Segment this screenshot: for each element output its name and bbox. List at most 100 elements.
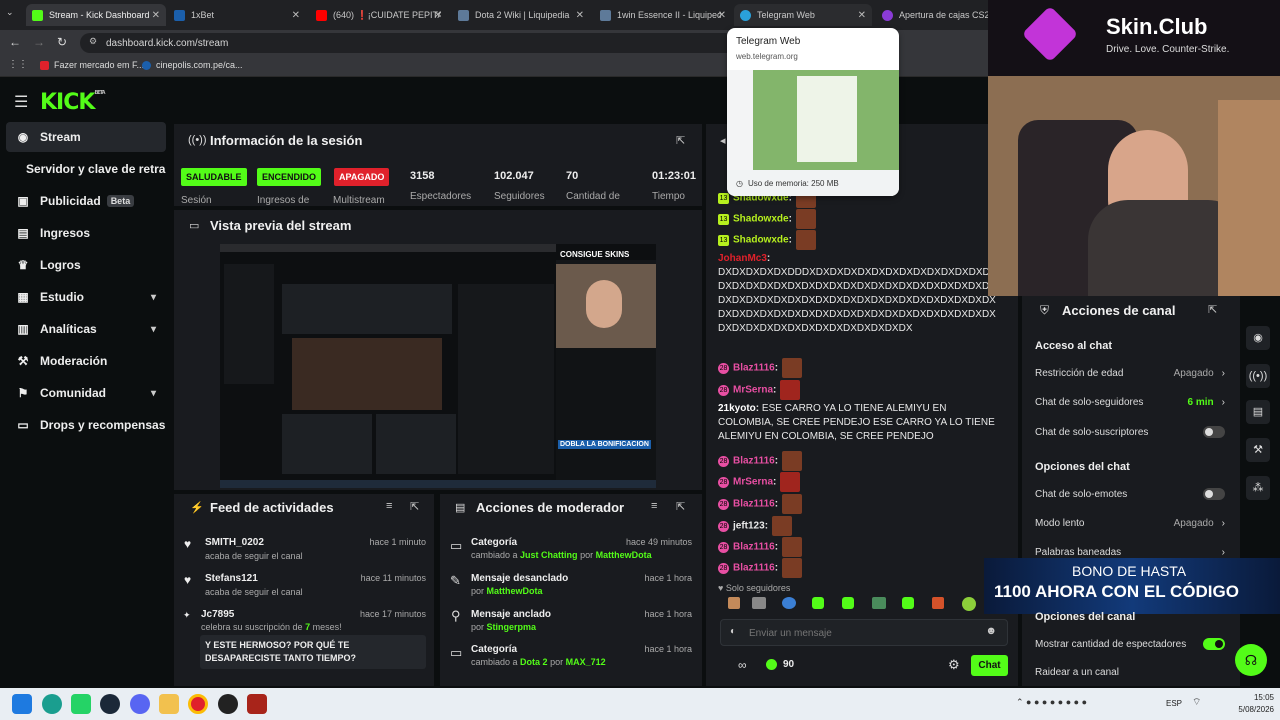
taskbar-time[interactable]: 15:05	[1222, 693, 1274, 702]
taskbar-date[interactable]: 5/08/2026	[1222, 705, 1274, 714]
sidebar-item-revenue[interactable]: ▤ Ingresos	[6, 218, 166, 248]
popout-icon[interactable]: ⇱	[676, 134, 685, 147]
drive-icon[interactable]: ▤	[1246, 400, 1270, 424]
steam-icon[interactable]	[100, 694, 120, 714]
points-display[interactable]: 90	[766, 659, 794, 670]
banned-words-row[interactable]: Palabras baneadas ›	[1035, 547, 1225, 558]
close-tab-icon[interactable]: ✕	[152, 10, 160, 21]
chat-bubble-icon[interactable]: ◉	[1246, 326, 1270, 350]
popout-icon[interactable]: ⇱	[676, 500, 685, 513]
feed-username[interactable]: SMITH_0202	[205, 537, 264, 548]
popout-icon[interactable]: ⇱	[1208, 303, 1217, 316]
bookmark-item[interactable]: cinepolis.com.pe/ca...	[142, 60, 243, 70]
chat-username[interactable]: Blaz1116	[733, 363, 775, 374]
chat-send-button[interactable]: Chat	[971, 655, 1008, 676]
chat-username[interactable]: Blaz1116	[733, 499, 775, 510]
support-button[interactable]: ☊	[1235, 644, 1267, 676]
windows-start-icon[interactable]	[12, 694, 32, 714]
popout-icon[interactable]: ⇱	[410, 500, 419, 513]
followers-only-row[interactable]: Chat de solo-seguidores 6 min ›	[1035, 397, 1225, 408]
emote-button[interactable]	[872, 597, 886, 609]
url-field[interactable]: ⚙ dashboard.kick.com/stream	[80, 33, 760, 53]
dota-icon[interactable]	[247, 694, 267, 714]
broadcast-icon[interactable]: ((•))	[1246, 364, 1270, 388]
back-icon[interactable]: ←	[9, 35, 21, 49]
sidebar-item-server-key[interactable]: Servidor y clave de retransmisión	[6, 154, 166, 184]
wifi-icon[interactable]: ⌔	[1192, 696, 1201, 709]
hammer-icon[interactable]: ⚒	[1246, 438, 1270, 462]
users-icon[interactable]: ⁂	[1246, 476, 1270, 500]
sidebar-item-analytics[interactable]: ▥ Analíticas ▾	[6, 314, 166, 344]
menu-hamburger-icon[interactable]: ☰	[14, 92, 28, 112]
emote-button[interactable]	[932, 597, 944, 609]
feed-username[interactable]: Stefans121	[205, 573, 258, 584]
forward-icon[interactable]: →	[33, 35, 45, 49]
tab-youtube[interactable]: (640) ❗¡CUIDATE PEPITA! ✕	[310, 4, 448, 26]
chat-username[interactable]: Blaz1116	[733, 456, 775, 467]
sidebar-item-studio[interactable]: ▦ Estudio ▾	[6, 282, 166, 312]
chrome-icon[interactable]	[188, 694, 208, 714]
filter-icon[interactable]: ≡	[386, 500, 392, 512]
kick-logo[interactable]: KICKBETA	[40, 90, 106, 115]
emote-button[interactable]	[962, 597, 976, 611]
language-indicator[interactable]: ESP	[1166, 699, 1182, 708]
emote-button[interactable]	[812, 597, 824, 609]
close-tab-icon[interactable]: ✕	[434, 10, 442, 21]
emote-button[interactable]	[752, 597, 766, 609]
emote-button[interactable]	[842, 597, 854, 609]
reload-icon[interactable]: ↻	[57, 35, 67, 49]
chat-settings-icon[interactable]: ⚙	[948, 657, 960, 673]
emote-button[interactable]	[728, 597, 740, 609]
chat-input[interactable]: ◐ ☻	[720, 619, 1008, 646]
obs-icon[interactable]	[218, 694, 238, 714]
tab-liquipedia-1win[interactable]: 1win Essence II - Liquipedi ✕	[594, 4, 732, 26]
sidebar-item-ads[interactable]: ▣ Publicidad Beta	[6, 186, 166, 216]
discord-icon[interactable]	[130, 694, 150, 714]
subscribers-only-toggle[interactable]	[1203, 426, 1225, 438]
filter-icon[interactable]: ≡	[651, 500, 657, 512]
tab-skinclub[interactable]: Apertura de cajas CS2 | CS	[876, 4, 990, 26]
chat-username[interactable]: JohanMc3	[718, 253, 767, 264]
apps-grid-icon[interactable]: ⋮⋮	[8, 59, 28, 70]
file-explorer-icon[interactable]	[159, 694, 179, 714]
close-tab-icon[interactable]: ✕	[718, 10, 726, 21]
tab-list-chevron-icon[interactable]: ⌄	[6, 7, 20, 21]
feed-username[interactable]: Jc7895	[201, 609, 234, 620]
stream-preview-video[interactable]: CONSIGUE SKINS DOBLA LA BONIFICACION	[220, 244, 656, 488]
sidebar-item-achievements[interactable]: ♛ Logros	[6, 250, 166, 280]
close-tab-icon[interactable]: ✕	[858, 10, 866, 21]
site-info-icon[interactable]: ⚙	[89, 36, 97, 47]
emoji-icon[interactable]: ☻	[985, 625, 997, 637]
sidebar-item-stream[interactable]: ◉ Stream	[6, 122, 166, 152]
emote-button[interactable]	[902, 597, 914, 609]
emotes-only-toggle[interactable]	[1203, 488, 1225, 500]
emote-button[interactable]	[782, 597, 796, 609]
sidebar-item-drops[interactable]: ▭ Drops y recompensas	[6, 410, 166, 440]
raid-channel-row[interactable]: Raidear a un canal	[1035, 667, 1225, 678]
slow-mode-row[interactable]: Modo lento Apagado ›	[1035, 518, 1225, 529]
close-tab-icon[interactable]: ✕	[576, 10, 584, 21]
show-viewers-toggle[interactable]	[1203, 638, 1225, 650]
chat-username[interactable]: MrSerna	[733, 385, 773, 396]
chat-username[interactable]: Blaz1116	[733, 542, 775, 553]
bookmark-item[interactable]: Fazer mercado em F...	[40, 60, 144, 70]
message-input[interactable]	[749, 625, 969, 641]
tray-icons[interactable]: ⌃ ● ● ● ● ● ● ● ●	[1016, 697, 1087, 708]
age-restriction-row[interactable]: Restricción de edad Apagado ›	[1035, 368, 1225, 379]
chat-username[interactable]: Shadowxde	[733, 235, 789, 246]
edge-icon[interactable]	[42, 694, 62, 714]
tab-kick-dashboard[interactable]: Stream - Kick Dashboard ✕	[26, 4, 166, 26]
chat-username[interactable]: Blaz1116	[733, 563, 775, 574]
chat-username[interactable]: Shadowxde	[733, 214, 789, 225]
tab-1xbet[interactable]: 1xBet ✕	[168, 4, 306, 26]
tab-liquipedia-dota[interactable]: Dota 2 Wiki | Liquipedia ✕	[452, 4, 590, 26]
tab-telegram[interactable]: Telegram Web ✕	[734, 4, 872, 26]
whatsapp-icon[interactable]	[71, 694, 91, 714]
chat-username[interactable]: 21kyoto	[718, 403, 756, 414]
sidebar-item-moderation[interactable]: ⚒ Moderación	[6, 346, 166, 376]
loyalty-icon[interactable]: ∞	[724, 658, 747, 672]
chat-username[interactable]: jeft123	[733, 521, 765, 532]
chat-username[interactable]: MrSerna	[733, 477, 773, 488]
close-tab-icon[interactable]: ✕	[292, 10, 300, 21]
sidebar-item-community[interactable]: ⚑ Comunidad ▾	[6, 378, 166, 408]
